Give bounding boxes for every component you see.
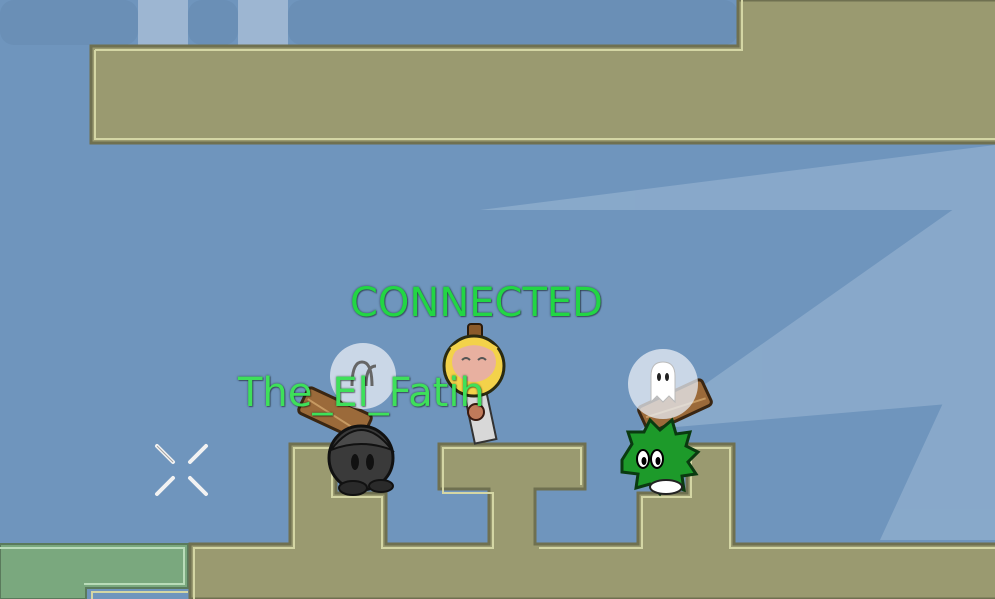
- background-columns: [0, 0, 738, 45]
- connection-status-label: CONNECTED: [350, 280, 603, 326]
- player-nameplate: The_El_Fatih: [238, 370, 485, 416]
- ghost-emote-icon: [628, 349, 698, 419]
